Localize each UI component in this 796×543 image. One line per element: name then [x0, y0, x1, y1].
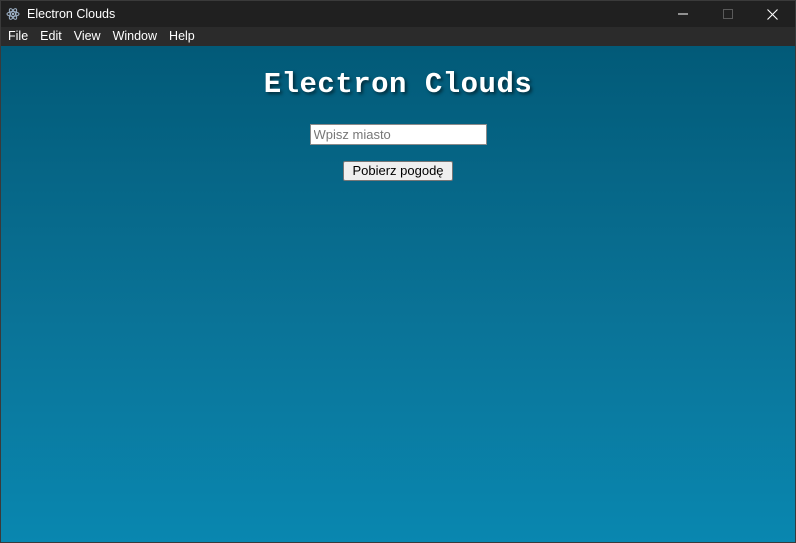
main-content: Electron Clouds Pobierz pogodę	[1, 46, 795, 542]
electron-logo-icon	[6, 7, 20, 21]
maximize-button[interactable]	[705, 1, 750, 27]
minimize-icon	[677, 13, 688, 15]
window-controls	[660, 1, 795, 27]
app-window: Electron Clouds File Edit View Window He…	[0, 0, 796, 543]
maximize-icon	[722, 9, 733, 19]
city-input[interactable]	[309, 124, 487, 145]
menu-help[interactable]: Help	[163, 27, 201, 46]
fetch-weather-button[interactable]: Pobierz pogodę	[343, 161, 453, 181]
menu-edit[interactable]: Edit	[34, 27, 68, 46]
page-title: Electron Clouds	[263, 68, 533, 101]
close-icon	[767, 8, 778, 20]
title-bar[interactable]: Electron Clouds	[1, 1, 795, 27]
menu-window[interactable]: Window	[107, 27, 163, 46]
minimize-button[interactable]	[660, 1, 705, 27]
menu-bar: File Edit View Window Help	[1, 27, 795, 46]
menu-file[interactable]: File	[1, 27, 34, 46]
close-button[interactable]	[750, 1, 795, 27]
menu-view[interactable]: View	[68, 27, 107, 46]
window-title: Electron Clouds	[27, 7, 116, 21]
